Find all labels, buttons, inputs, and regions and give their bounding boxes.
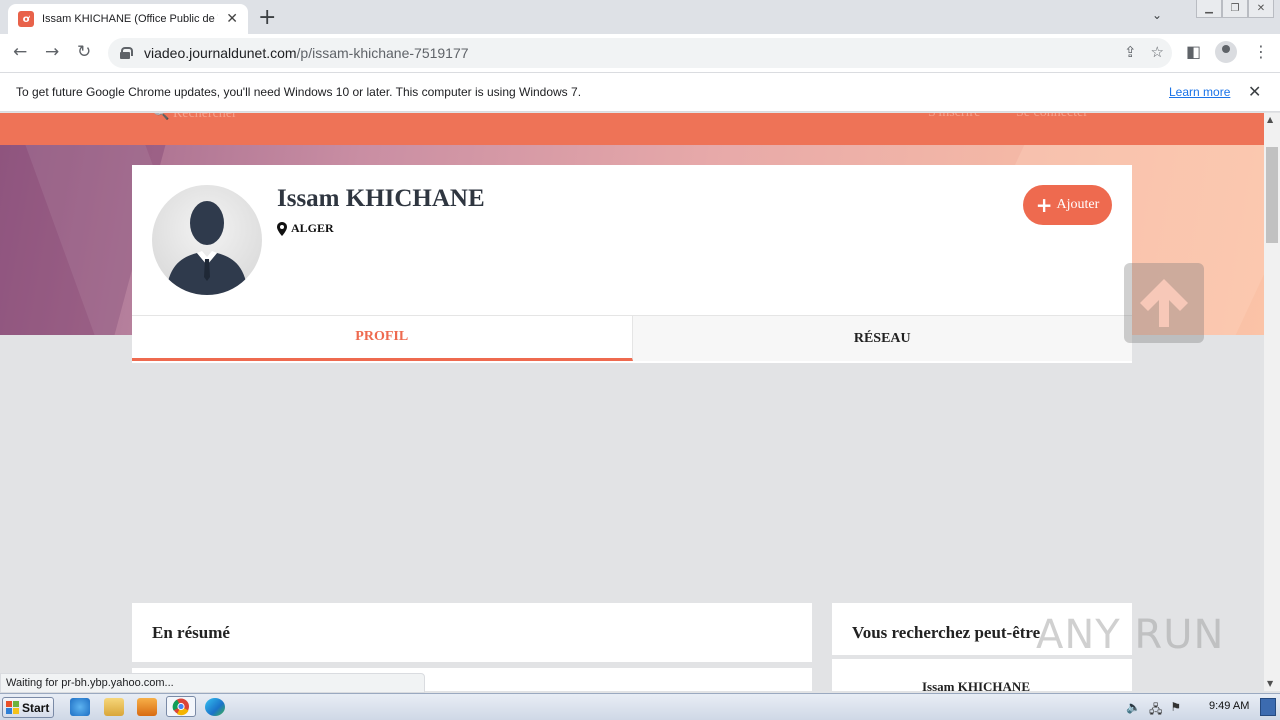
lock-icon[interactable] [120, 47, 133, 59]
bookmark-star-icon[interactable]: ☆ [1151, 43, 1164, 61]
header-search-link[interactable]: 🔍 Rechercher [152, 113, 237, 122]
profile-avatar-icon[interactable] [1215, 41, 1237, 63]
volume-icon[interactable]: 🔈 [1126, 700, 1141, 720]
network-icon[interactable]: 🖧 [1149, 700, 1162, 720]
avatar [152, 185, 262, 295]
tab-search-chevron-icon[interactable]: ⌄ [1152, 8, 1162, 22]
windows-taskbar: Start 🔈 🖧 ⚑ 9:49 AM [0, 693, 1280, 720]
start-button[interactable]: Start [2, 697, 54, 718]
tab-profil[interactable]: PROFIL [132, 316, 633, 361]
browser-tab[interactable]: ơ Issam KHICHANE (Office Public de Tr ✕ [8, 4, 248, 34]
infobar-message: To get future Google Chrome updates, you… [16, 85, 582, 99]
suggestion-item[interactable]: Issam KHICHANE [922, 679, 1030, 691]
window-controls: ▁ ❐ ✕ [1196, 0, 1274, 18]
infobar-close-icon[interactable]: ✕ [1248, 82, 1261, 101]
summary-title: En résumé [152, 623, 230, 642]
media-player-icon[interactable] [137, 698, 157, 716]
window-close-icon[interactable]: ✕ [1248, 0, 1274, 18]
scroll-down-arrow-icon[interactable]: ▼ [1267, 679, 1273, 688]
header-login-link[interactable]: Se connecter [1016, 113, 1088, 121]
back-icon[interactable]: ← [13, 42, 27, 62]
omnibox-actions: ⇪ ☆ [1124, 43, 1164, 61]
header-search-text: Rechercher [172, 113, 237, 121]
tab-title: Issam KHICHANE (Office Public de Tr [42, 13, 218, 25]
person-silhouette-icon [166, 201, 248, 295]
suggestions-list: Issam KHICHANE [832, 659, 1132, 691]
share-icon[interactable]: ⇪ [1124, 43, 1137, 61]
profile-name: Issam KHICHANE [277, 185, 485, 212]
tab-reseau[interactable]: RÉSEAU [632, 316, 1132, 361]
profile-card: Issam KHICHANE ALGER + Ajouter PROFIL RÉ… [132, 165, 1132, 363]
system-tray: 🔈 🖧 ⚑ [1126, 700, 1181, 720]
new-tab-icon[interactable]: + [258, 5, 276, 30]
tab-close-icon[interactable]: ✕ [226, 11, 238, 27]
url-host: viadeo.journaldunet.com [144, 45, 297, 61]
edge-icon[interactable] [205, 698, 225, 716]
learn-more-link[interactable]: Learn more [1169, 85, 1230, 99]
chrome-update-infobar: To get future Google Chrome updates, you… [0, 72, 1280, 112]
url-path: /p/issam-khichane-7519177 [296, 45, 469, 61]
arrow-up-icon [1140, 279, 1188, 327]
url-text[interactable]: viadeo.journaldunet.com/p/issam-khichane… [144, 45, 469, 61]
reload-icon[interactable]: ↻ [77, 42, 91, 62]
scrollbar-thumb[interactable] [1266, 147, 1278, 243]
chrome-menu-icon[interactable]: ⋮ [1253, 42, 1269, 61]
page-viewport: 🔍 Rechercher S'inscrire Se connecter Iss… [0, 113, 1264, 691]
action-center-flag-icon[interactable]: ⚑ [1170, 700, 1181, 720]
add-contact-button[interactable]: + Ajouter [1023, 185, 1112, 225]
header-signup-link[interactable]: S'inscrire [928, 113, 980, 121]
profile-location: ALGER [277, 221, 334, 236]
windows-logo-icon [6, 701, 19, 714]
side-panel-icon[interactable]: ◧ [1186, 42, 1201, 61]
viadeo-favicon-icon: ơ [18, 11, 34, 27]
browser-toolbar: ← → ↻ viadeo.journaldunet.com/p/issam-kh… [0, 34, 1280, 72]
location-pin-icon [277, 221, 287, 236]
show-desktop-icon[interactable] [1260, 698, 1276, 716]
address-bar[interactable]: viadeo.journaldunet.com/p/issam-khichane… [108, 38, 1172, 68]
internet-explorer-icon[interactable] [70, 698, 90, 716]
minimize-icon[interactable]: ▁ [1196, 0, 1222, 18]
browser-status-bubble: Waiting for pr-bh.ybp.yahoo.com... [0, 673, 425, 693]
scroll-to-top-button[interactable] [1124, 263, 1204, 343]
restore-icon[interactable]: ❐ [1222, 0, 1248, 18]
chrome-icon [172, 698, 189, 716]
taskbar-clock[interactable]: 9:49 AM [1209, 700, 1249, 712]
add-contact-label: Ajouter [1056, 197, 1100, 212]
file-explorer-icon[interactable] [104, 698, 124, 716]
chrome-taskbar-button[interactable] [166, 696, 196, 717]
vertical-scrollbar[interactable]: ▲ ▼ [1264, 113, 1280, 691]
browser-tab-strip: ơ Issam KHICHANE (Office Public de Tr ✕ … [0, 0, 1280, 34]
location-text: ALGER [291, 221, 334, 235]
site-header: 🔍 Rechercher S'inscrire Se connecter [0, 113, 1264, 145]
scroll-up-arrow-icon[interactable]: ▲ [1267, 115, 1273, 124]
profile-tabs: PROFIL RÉSEAU [132, 315, 1132, 361]
summary-section: En résumé [132, 603, 812, 665]
forward-icon[interactable]: → [45, 42, 59, 62]
plus-icon: + [1035, 193, 1053, 217]
anyrun-watermark: ANY RUN [1036, 612, 1225, 658]
start-label: Start [22, 700, 50, 715]
suggestions-title: Vous recherchez peut-être [852, 623, 1041, 642]
